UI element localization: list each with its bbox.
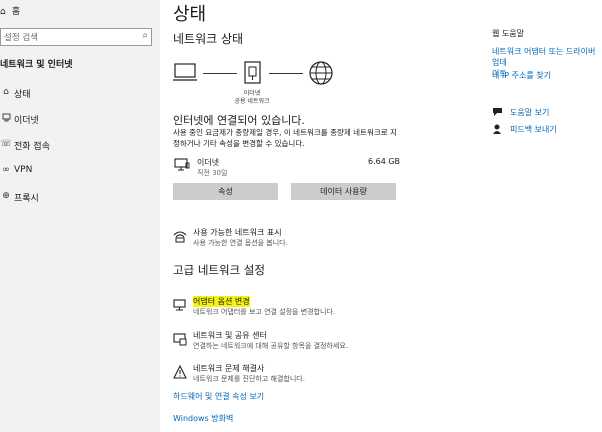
properties-button[interactable]: 속성	[173, 183, 278, 200]
ethernet-device-icon	[243, 61, 263, 89]
ethernet-icon	[0, 113, 12, 125]
sidebar-item-ethernet[interactable]: 이더넷	[0, 113, 160, 127]
sidebar-item-proxy[interactable]: ⊕ 프록시	[0, 191, 160, 205]
troubleshooter-title: 네트워크 문제 해결사	[193, 364, 265, 373]
globe-icon: ⊕	[2, 191, 10, 201]
connection-line	[203, 73, 237, 74]
network-sharing-center[interactable]: 네트워크 및 공유 센터 연결하는 네트워크에 대해 공유할 항목을 결정하세요…	[173, 330, 423, 356]
sidebar-item-dialup[interactable]: ☏ 전화 접속	[0, 139, 160, 153]
search-box[interactable]: 설정 검색 ⌕	[0, 28, 152, 46]
home-icon: ⌂	[3, 87, 9, 97]
search-icon[interactable]: ⌕	[142, 30, 148, 41]
connection-status-text: 인터넷에 연결되어 있습니다.	[173, 114, 305, 127]
computer-icon	[173, 63, 199, 87]
vpn-icon: ∞	[2, 165, 10, 175]
send-feedback-link[interactable]: 피드백 보내기	[510, 124, 557, 135]
sidebar-item-vpn[interactable]: ∞ VPN	[0, 165, 160, 179]
internet-globe-icon	[308, 60, 334, 90]
warning-icon	[173, 364, 187, 383]
search-input[interactable]: 설정 검색	[4, 31, 38, 43]
sharing-center-icon	[173, 331, 187, 350]
sidebar-item-label: 상태	[14, 90, 31, 100]
connection-name: 이더넷	[197, 158, 220, 167]
sidebar-item-label: 이더넷	[14, 116, 39, 126]
advanced-network-settings-heading: 고급 네트워크 설정	[173, 263, 265, 277]
sidebar-item-label: 전화 접속	[14, 142, 50, 152]
home-icon: ⌂	[0, 7, 6, 17]
connection-line	[269, 73, 303, 74]
windows-firewall-link[interactable]: Windows 방화벽	[173, 413, 233, 424]
sidebar-item-label: VPN	[14, 165, 33, 175]
feedback-icon	[492, 124, 503, 138]
data-usage-button[interactable]: 데이터 사용량	[291, 183, 396, 200]
sidebar-item-label: 프록시	[14, 194, 39, 204]
show-available-networks[interactable]: 사용 가능한 네트워크 표시 사용 가능한 연결 옵션을 봅니다.	[173, 227, 423, 253]
hardware-properties-link[interactable]: 하드웨어 및 연결 속성 보기	[173, 391, 264, 402]
web-help-heading: 웹 도움말	[492, 29, 524, 38]
troubleshooter-desc: 네트워크 문제를 진단하고 해결합니다.	[193, 375, 305, 383]
page-title: 상태	[173, 4, 207, 25]
connection-usage: 6.64 GB	[368, 157, 401, 166]
wifi-networks-icon	[173, 228, 187, 247]
network-diagram: 이더넷 공용 네트워크	[173, 60, 343, 110]
find-ip-link[interactable]: 내 IP 주소를 찾기	[492, 70, 551, 81]
change-adapter-options[interactable]: 어댑터 옵션 변경 네트워크 어댑터를 보고 연결 설정을 변경합니다.	[173, 296, 423, 322]
status-description: 사용 중인 요금제가 종량제일 경우, 이 네트워크를 종량제 네트워크로 지정…	[173, 128, 397, 148]
update-adapter-driver-line1: 네트워크 어댑터 또는 드라이버 업데	[492, 47, 596, 67]
network-status-heading: 네트워크 상태	[173, 32, 244, 46]
sidebar-item-status[interactable]: ⌂ 상태	[0, 87, 160, 101]
dialup-icon: ☏	[0, 139, 12, 149]
adapter-options-title: 어댑터 옵션 변경	[193, 296, 250, 307]
adapter-options-desc: 네트워크 어댑터를 보고 연결 설정을 변경합니다.	[193, 308, 336, 316]
ethernet-icon	[174, 157, 190, 176]
show-networks-desc: 사용 가능한 연결 옵션을 봅니다.	[193, 239, 288, 247]
show-networks-title: 사용 가능한 네트워크 표시	[193, 228, 282, 237]
sidebar: ⌂ 홈 설정 검색 ⌕ 네트워크 및 인터넷 ⌂ 상태 이더넷 ☏ 전화 접속 …	[0, 0, 160, 432]
sidebar-home-label: 홈	[11, 7, 21, 17]
adapter-icon	[173, 297, 187, 316]
help-icon	[492, 107, 503, 120]
diagram-caption-network: 공용 네트워크	[234, 98, 270, 105]
sharing-center-title: 네트워크 및 공유 센터	[193, 331, 267, 340]
network-troubleshooter[interactable]: 네트워크 문제 해결사 네트워크 문제를 진단하고 해결합니다.	[173, 363, 423, 389]
sidebar-section-heading: 네트워크 및 인터넷	[0, 60, 73, 70]
connection-period: 직전 30일	[197, 169, 228, 177]
sharing-center-desc: 연결하는 네트워크에 대해 공유할 항목을 결정하세요.	[193, 342, 349, 350]
sidebar-home[interactable]: ⌂ 홈	[0, 4, 20, 17]
get-help-link[interactable]: 도움말 보기	[510, 107, 549, 118]
